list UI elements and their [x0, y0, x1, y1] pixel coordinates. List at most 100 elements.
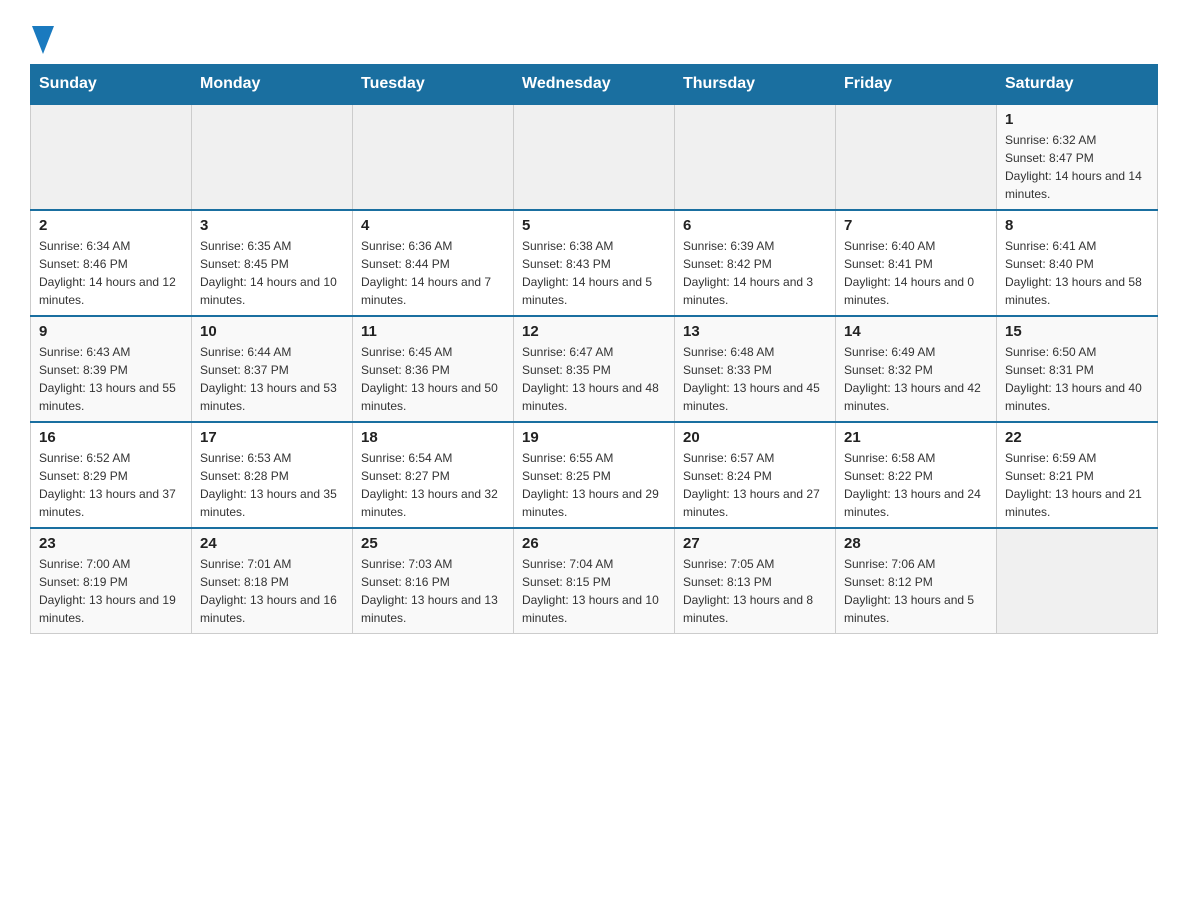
day-number: 3: [200, 217, 344, 234]
weekday-header-thursday: Thursday: [675, 65, 836, 105]
day-number: 27: [683, 535, 827, 552]
day-info: Sunrise: 7:04 AM Sunset: 8:15 PM Dayligh…: [522, 555, 666, 627]
calendar-cell: [192, 104, 353, 210]
calendar-cell: 12 Sunrise: 6:47 AM Sunset: 8:35 PM Dayli…: [514, 316, 675, 422]
day-info: Sunrise: 6:32 AM Sunset: 8:47 PM Dayligh…: [1005, 131, 1149, 203]
day-number: 8: [1005, 217, 1149, 234]
day-info: Sunrise: 6:54 AM Sunset: 8:27 PM Dayligh…: [361, 449, 505, 521]
day-number: 21: [844, 429, 988, 446]
weekday-header-sunday: Sunday: [31, 65, 192, 105]
day-info: Sunrise: 6:34 AM Sunset: 8:46 PM Dayligh…: [39, 237, 183, 309]
day-info: Sunrise: 6:41 AM Sunset: 8:40 PM Dayligh…: [1005, 237, 1149, 309]
logo-arrow-icon: [32, 26, 54, 54]
day-number: 1: [1005, 111, 1149, 128]
day-info: Sunrise: 6:44 AM Sunset: 8:37 PM Dayligh…: [200, 343, 344, 415]
calendar-cell: 13 Sunrise: 6:48 AM Sunset: 8:33 PM Dayli…: [675, 316, 836, 422]
page-header: [30, 20, 1158, 54]
calendar-cell: 3 Sunrise: 6:35 AM Sunset: 8:45 PM Daylig…: [192, 210, 353, 316]
calendar-cell: 18 Sunrise: 6:54 AM Sunset: 8:27 PM Dayli…: [353, 422, 514, 528]
weekday-header-wednesday: Wednesday: [514, 65, 675, 105]
calendar-week-row: 2 Sunrise: 6:34 AM Sunset: 8:46 PM Daylig…: [31, 210, 1158, 316]
day-number: 5: [522, 217, 666, 234]
day-info: Sunrise: 7:05 AM Sunset: 8:13 PM Dayligh…: [683, 555, 827, 627]
day-info: Sunrise: 6:47 AM Sunset: 8:35 PM Dayligh…: [522, 343, 666, 415]
calendar-cell: 1 Sunrise: 6:32 AM Sunset: 8:47 PM Daylig…: [997, 104, 1158, 210]
day-info: Sunrise: 6:53 AM Sunset: 8:28 PM Dayligh…: [200, 449, 344, 521]
calendar-cell: 22 Sunrise: 6:59 AM Sunset: 8:21 PM Dayli…: [997, 422, 1158, 528]
day-info: Sunrise: 6:57 AM Sunset: 8:24 PM Dayligh…: [683, 449, 827, 521]
calendar-cell: 21 Sunrise: 6:58 AM Sunset: 8:22 PM Dayli…: [836, 422, 997, 528]
calendar-week-row: 23Sunrise: 7:00 AM Sunset: 8:19 PM Dayli…: [31, 528, 1158, 634]
day-info: Sunrise: 6:58 AM Sunset: 8:22 PM Dayligh…: [844, 449, 988, 521]
day-info: Sunrise: 6:55 AM Sunset: 8:25 PM Dayligh…: [522, 449, 666, 521]
calendar-cell: 16 Sunrise: 6:52 AM Sunset: 8:29 PM Dayli…: [31, 422, 192, 528]
calendar-cell: [353, 104, 514, 210]
day-number: 13: [683, 323, 827, 340]
day-number: 4: [361, 217, 505, 234]
weekday-header-monday: Monday: [192, 65, 353, 105]
calendar-cell: [836, 104, 997, 210]
day-info: Sunrise: 7:03 AM Sunset: 8:16 PM Dayligh…: [361, 555, 505, 627]
calendar-cell: 6 Sunrise: 6:39 AM Sunset: 8:42 PM Daylig…: [675, 210, 836, 316]
calendar-week-row: 1 Sunrise: 6:32 AM Sunset: 8:47 PM Daylig…: [31, 104, 1158, 210]
calendar-cell: 5 Sunrise: 6:38 AM Sunset: 8:43 PM Daylig…: [514, 210, 675, 316]
calendar-cell: 7 Sunrise: 6:40 AM Sunset: 8:41 PM Daylig…: [836, 210, 997, 316]
day-info: Sunrise: 6:45 AM Sunset: 8:36 PM Dayligh…: [361, 343, 505, 415]
day-number: 19: [522, 429, 666, 446]
day-info: Sunrise: 6:40 AM Sunset: 8:41 PM Dayligh…: [844, 237, 988, 309]
day-number: 11: [361, 323, 505, 340]
calendar-cell: 27 Sunrise: 7:05 AM Sunset: 8:13 PM Dayli…: [675, 528, 836, 634]
weekday-header-row: SundayMondayTuesdayWednesdayThursdayFrid…: [31, 65, 1158, 105]
day-number: 7: [844, 217, 988, 234]
calendar-cell: [997, 528, 1158, 634]
calendar-cell: 24 Sunrise: 7:01 AM Sunset: 8:18 PM Dayli…: [192, 528, 353, 634]
logo: [30, 20, 54, 54]
day-number: 15: [1005, 323, 1149, 340]
day-info: Sunrise: 6:39 AM Sunset: 8:42 PM Dayligh…: [683, 237, 827, 309]
calendar-cell: 20Sunrise: 6:57 AM Sunset: 8:24 PM Dayli…: [675, 422, 836, 528]
calendar-cell: 17 Sunrise: 6:53 AM Sunset: 8:28 PM Dayli…: [192, 422, 353, 528]
calendar-cell: 14 Sunrise: 6:49 AM Sunset: 8:32 PM Dayli…: [836, 316, 997, 422]
day-number: 6: [683, 217, 827, 234]
day-info: Sunrise: 7:01 AM Sunset: 8:18 PM Dayligh…: [200, 555, 344, 627]
calendar-cell: [31, 104, 192, 210]
day-number: 25: [361, 535, 505, 552]
day-info: Sunrise: 6:52 AM Sunset: 8:29 PM Dayligh…: [39, 449, 183, 521]
calendar-week-row: 16 Sunrise: 6:52 AM Sunset: 8:29 PM Dayli…: [31, 422, 1158, 528]
day-info: Sunrise: 7:00 AM Sunset: 8:19 PM Dayligh…: [39, 555, 183, 627]
day-number: 28: [844, 535, 988, 552]
day-number: 24: [200, 535, 344, 552]
calendar-table: SundayMondayTuesdayWednesdayThursdayFrid…: [30, 64, 1158, 634]
day-info: Sunrise: 6:50 AM Sunset: 8:31 PM Dayligh…: [1005, 343, 1149, 415]
day-info: Sunrise: 6:59 AM Sunset: 8:21 PM Dayligh…: [1005, 449, 1149, 521]
calendar-cell: 25 Sunrise: 7:03 AM Sunset: 8:16 PM Dayli…: [353, 528, 514, 634]
day-number: 18: [361, 429, 505, 446]
calendar-cell: 15 Sunrise: 6:50 AM Sunset: 8:31 PM Dayli…: [997, 316, 1158, 422]
calendar-cell: 26 Sunrise: 7:04 AM Sunset: 8:15 PM Dayli…: [514, 528, 675, 634]
calendar-cell: 8 Sunrise: 6:41 AM Sunset: 8:40 PM Daylig…: [997, 210, 1158, 316]
day-number: 9: [39, 323, 183, 340]
calendar-cell: [514, 104, 675, 210]
calendar-cell: 11 Sunrise: 6:45 AM Sunset: 8:36 PM Dayli…: [353, 316, 514, 422]
weekday-header-friday: Friday: [836, 65, 997, 105]
day-info: Sunrise: 6:36 AM Sunset: 8:44 PM Dayligh…: [361, 237, 505, 309]
day-number: 17: [200, 429, 344, 446]
calendar-cell: 19 Sunrise: 6:55 AM Sunset: 8:25 PM Dayli…: [514, 422, 675, 528]
day-info: Sunrise: 6:35 AM Sunset: 8:45 PM Dayligh…: [200, 237, 344, 309]
day-number: 2: [39, 217, 183, 234]
day-info: Sunrise: 6:48 AM Sunset: 8:33 PM Dayligh…: [683, 343, 827, 415]
day-number: 14: [844, 323, 988, 340]
calendar-cell: 28 Sunrise: 7:06 AM Sunset: 8:12 PM Dayli…: [836, 528, 997, 634]
day-number: 22: [1005, 429, 1149, 446]
day-number: 26: [522, 535, 666, 552]
calendar-cell: 4 Sunrise: 6:36 AM Sunset: 8:44 PM Daylig…: [353, 210, 514, 316]
weekday-header-saturday: Saturday: [997, 65, 1158, 105]
calendar-cell: 23Sunrise: 7:00 AM Sunset: 8:19 PM Dayli…: [31, 528, 192, 634]
day-number: 16: [39, 429, 183, 446]
day-number: 10: [200, 323, 344, 340]
day-number: 12: [522, 323, 666, 340]
day-info: Sunrise: 6:38 AM Sunset: 8:43 PM Dayligh…: [522, 237, 666, 309]
day-info: Sunrise: 7:06 AM Sunset: 8:12 PM Dayligh…: [844, 555, 988, 627]
day-info: Sunrise: 6:43 AM Sunset: 8:39 PM Dayligh…: [39, 343, 183, 415]
day-info: Sunrise: 6:49 AM Sunset: 8:32 PM Dayligh…: [844, 343, 988, 415]
